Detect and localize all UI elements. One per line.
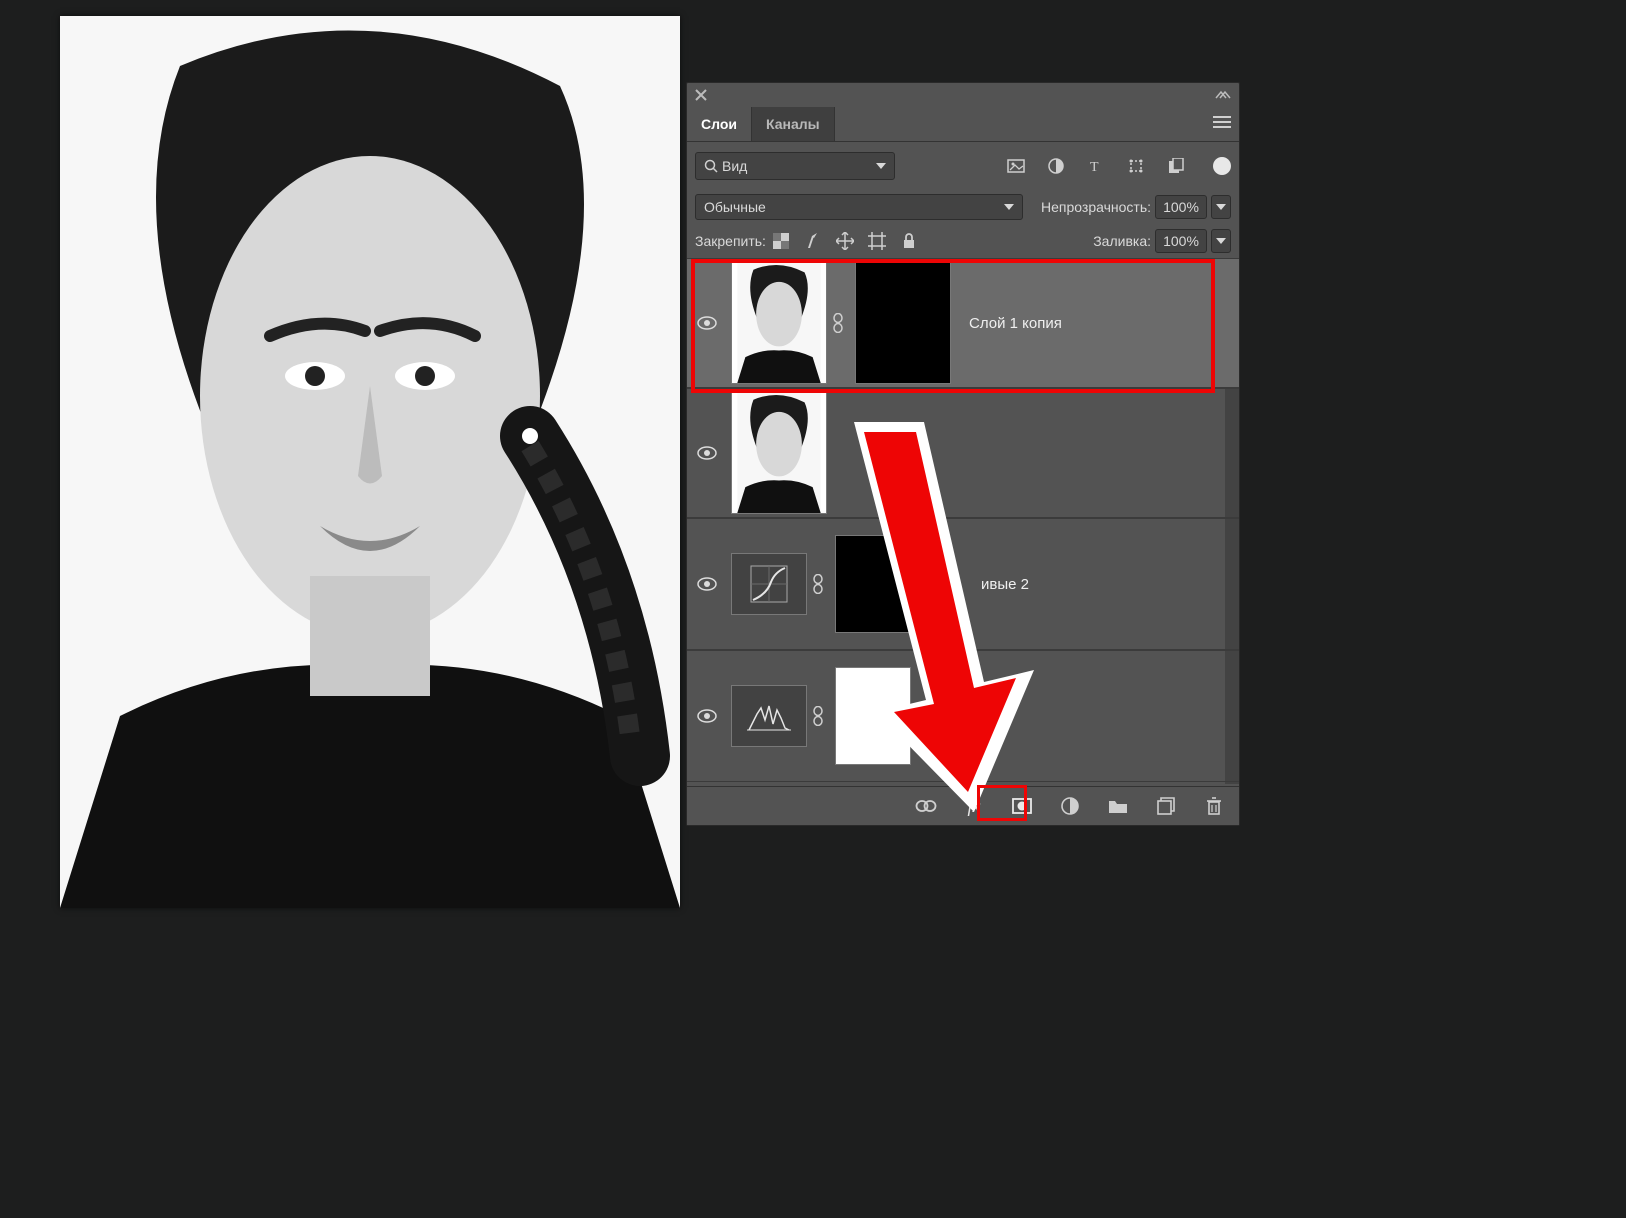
lock-all-icon[interactable] <box>900 232 918 250</box>
layers-footer: fx <box>687 786 1239 825</box>
filter-smart-icon[interactable] <box>1167 157 1185 175</box>
layer-mask-thumbnail[interactable] <box>855 262 951 384</box>
filter-type-select[interactable]: Вид <box>695 152 895 180</box>
opacity-chevron[interactable] <box>1211 195 1231 219</box>
visibility-toggle[interactable] <box>693 316 721 330</box>
layers-list: Слой 1 копия ивые 2 <box>687 258 1239 784</box>
filter-pixel-icon[interactable] <box>1007 157 1025 175</box>
panel-menu-icon[interactable] <box>1213 115 1231 129</box>
lock-artboard-icon[interactable] <box>868 232 886 250</box>
levels-icon[interactable] <box>731 685 807 747</box>
layer-row[interactable] <box>687 388 1239 518</box>
layer-mask-thumbnail[interactable] <box>835 535 911 633</box>
lock-transparency-icon[interactable] <box>772 232 790 250</box>
opacity-label: Непрозрачность: <box>1041 199 1151 215</box>
visibility-toggle[interactable] <box>693 577 721 591</box>
blend-mode-select[interactable]: Обычные <box>695 194 1023 220</box>
new-layer-icon[interactable] <box>1155 795 1177 817</box>
blend-mode-label: Обычные <box>704 199 766 215</box>
layer-name[interactable]: ивые 2 <box>981 576 1029 593</box>
layer-row[interactable]: ивые 2 <box>687 518 1239 650</box>
layer-row[interactable]: Уровни 1 <box>687 650 1239 782</box>
filter-toggle[interactable] <box>1213 157 1231 175</box>
curves-icon[interactable] <box>731 553 807 615</box>
search-icon <box>704 159 718 173</box>
layer-row[interactable]: Слой 1 копия <box>687 258 1239 388</box>
chevron-down-icon <box>1004 204 1014 210</box>
layer-name[interactable]: Уровни 1 <box>929 708 992 725</box>
tab-layers[interactable]: Слои <box>687 107 751 141</box>
chevron-down-icon <box>876 163 886 169</box>
adjustment-layer-icon[interactable] <box>1059 795 1081 817</box>
link-icon[interactable] <box>827 313 849 333</box>
fill-value[interactable]: 100% <box>1155 229 1207 253</box>
opacity-value[interactable]: 100% <box>1155 195 1207 219</box>
link-icon[interactable] <box>807 574 829 594</box>
layer-name[interactable]: Слой 1 копия <box>969 315 1062 332</box>
fill-label: Заливка: <box>1093 233 1151 249</box>
link-layers-icon[interactable] <box>915 795 937 817</box>
group-icon[interactable] <box>1107 795 1129 817</box>
layer-mask-thumbnail[interactable] <box>835 667 911 765</box>
collapse-icon[interactable] <box>1215 90 1231 100</box>
filter-type-label: Вид <box>722 158 876 174</box>
tab-channels[interactable]: Каналы <box>751 107 835 141</box>
visibility-toggle[interactable] <box>693 709 721 723</box>
delete-icon[interactable] <box>1203 795 1225 817</box>
lock-label: Закрепить: <box>695 233 766 249</box>
tab-layers-label: Слои <box>701 116 737 132</box>
fill-chevron[interactable] <box>1211 229 1231 253</box>
lock-position-icon[interactable] <box>836 232 854 250</box>
tab-channels-label: Каналы <box>766 116 820 132</box>
visibility-toggle[interactable] <box>693 446 721 460</box>
filter-shape-icon[interactable] <box>1127 157 1145 175</box>
link-icon[interactable] <box>807 706 829 726</box>
svg-text:T: T <box>1090 160 1099 173</box>
layers-panel: Слои Каналы Вид T Обычные Непрозрачн <box>686 82 1240 826</box>
canvas-image <box>60 16 680 908</box>
close-icon[interactable] <box>695 89 707 101</box>
filter-adjust-icon[interactable] <box>1047 157 1065 175</box>
layer-thumbnail[interactable] <box>731 262 827 384</box>
layer-thumbnail[interactable] <box>731 392 827 514</box>
filter-type-text-icon[interactable]: T <box>1087 157 1105 175</box>
lock-pixels-icon[interactable] <box>804 232 822 250</box>
mask-button-highlight <box>977 785 1027 821</box>
